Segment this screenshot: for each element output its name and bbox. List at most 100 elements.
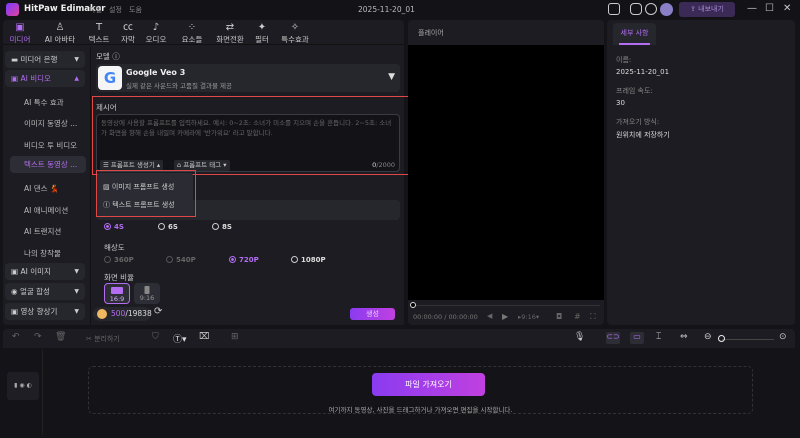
menu-settings[interactable]: 설정 bbox=[109, 5, 122, 15]
model-select[interactable]: G Google Veo 3 실제 같은 사운드와 고품질 결과물 제공 ▼ bbox=[96, 64, 400, 92]
sidebar-item-ai-image[interactable]: ▣ AI 이미지 ▼ bbox=[5, 263, 85, 280]
avatar[interactable] bbox=[660, 3, 673, 16]
chevron-down-icon: ▼ bbox=[74, 268, 79, 275]
sidebar-sub-ai-transition[interactable]: AI 트랜지션 bbox=[24, 226, 61, 237]
text-tool-icon[interactable]: Ⓣ▾ bbox=[173, 332, 187, 345]
resolution-720p[interactable]: 720P bbox=[229, 256, 259, 264]
credits-used: 500 bbox=[111, 309, 126, 318]
prompt-input[interactable]: 동영상에 사용할 프롬프트를 입력하세요. 예시: 0~2초: 소녀가 미소를 … bbox=[96, 114, 400, 172]
prompt-label: 제시어 bbox=[96, 103, 117, 112]
model-desc: 실제 같은 사운드와 고품질 결과물 제공 bbox=[126, 82, 233, 90]
sidebar-sub-text-to-video[interactable]: 텍스트 동영상 ... bbox=[10, 156, 86, 173]
zoom-out-icon[interactable]: ⊖ bbox=[704, 332, 712, 342]
tab-media[interactable]: ▣ 미디어 bbox=[4, 22, 36, 45]
feedback-icon[interactable] bbox=[630, 3, 642, 15]
radio-icon bbox=[291, 256, 298, 263]
resolution-360p[interactable]: 360P bbox=[104, 256, 134, 264]
chevron-down-icon: ▼ bbox=[74, 288, 79, 295]
duration-4s[interactable]: 4S bbox=[104, 223, 124, 231]
lock-icon[interactable]: ▮ bbox=[14, 382, 17, 389]
sidebar-item-enhancer[interactable]: ▣ 영상 향상기 ▼ bbox=[5, 303, 85, 320]
download-icon[interactable] bbox=[645, 3, 657, 15]
tab-details[interactable]: 세부 사항 bbox=[613, 23, 656, 45]
aspect-9-16[interactable]: 9:16 bbox=[134, 283, 160, 304]
dropdown-highlight-box bbox=[96, 170, 196, 217]
sidebar-sub-my-creations[interactable]: 나의 창작물 bbox=[24, 248, 61, 259]
tab-effects[interactable]: ✧ 특수효과 bbox=[274, 22, 316, 45]
document-title: 2025-11-20_01 bbox=[358, 5, 415, 14]
microphone-icon[interactable]: 🎙 bbox=[574, 332, 585, 342]
snapshot-icon[interactable]: ◘ bbox=[556, 312, 562, 321]
zoom-slider-handle[interactable] bbox=[718, 335, 725, 342]
duration-6s[interactable]: 6S bbox=[158, 223, 178, 231]
sidebar-item-face-swap[interactable]: ◉ 얼굴 합성 ▼ bbox=[5, 283, 85, 300]
maximize-icon[interactable]: ☐ bbox=[765, 3, 774, 14]
zoom-slider[interactable] bbox=[722, 339, 774, 340]
export-button[interactable]: ⇪ 내보내기 bbox=[679, 2, 735, 17]
sidebar-sub-image-to-video[interactable]: 이미지 동영상 ... bbox=[24, 118, 77, 129]
undo-icon[interactable]: ↶ bbox=[12, 332, 20, 342]
seek-handle[interactable] bbox=[410, 302, 416, 308]
menu-help[interactable]: 도움 bbox=[129, 5, 142, 15]
track-divider bbox=[42, 349, 43, 435]
tab-elements[interactable]: ⁘ 요소들 bbox=[176, 22, 208, 45]
layout-icon[interactable] bbox=[608, 3, 620, 15]
prompt-placeholder: 동영상에 사용할 프롬프트를 입력하세요. 예시: 0~2초: 소녀가 미소를 … bbox=[101, 119, 392, 137]
minimize-icon[interactable]: — bbox=[747, 3, 757, 14]
ratio-select[interactable]: ▸9:16▾ bbox=[518, 313, 539, 321]
redo-icon[interactable]: ↷ bbox=[34, 332, 42, 342]
delete-icon[interactable]: 🗑 bbox=[55, 332, 66, 342]
sidebar-label: 얼굴 합성 bbox=[19, 287, 50, 296]
player-label: 플레이어 bbox=[418, 29, 444, 37]
aspect-16-9[interactable]: 16:9 bbox=[104, 283, 130, 304]
generate-button[interactable]: 생성 bbox=[350, 308, 395, 320]
aspect-label: 화면 비율 bbox=[104, 273, 134, 282]
zoom-in-icon[interactable]: ⊙ bbox=[779, 332, 787, 342]
app-logo bbox=[6, 3, 19, 16]
tab-audio[interactable]: ♪ 오디오 bbox=[140, 22, 172, 45]
sidebar-label: 영상 향상기 bbox=[20, 307, 58, 316]
magnet-link-icon[interactable]: ⊂⊃ bbox=[606, 332, 620, 344]
sidebar-label: AI 이미지 bbox=[20, 267, 51, 276]
sidebar-item-media-library[interactable]: ▬ 미디어 은행 ▼ bbox=[5, 51, 85, 68]
refresh-icon[interactable]: ⟳ bbox=[154, 306, 162, 317]
tab-text[interactable]: T 텍스트 bbox=[83, 22, 115, 45]
chevron-down-icon: ▼ bbox=[74, 308, 79, 315]
drop-hint: 여기까지 동영상, 사진을 드래그하거나 가져오면 편집을 시작합니다. bbox=[328, 406, 513, 414]
radio-icon bbox=[229, 256, 236, 263]
info-icon[interactable]: ⓘ bbox=[112, 52, 120, 61]
audio-toggle-icon[interactable]: ◐ bbox=[27, 382, 32, 389]
grid-icon[interactable]: # bbox=[574, 312, 581, 321]
scissors-icon: ✂ bbox=[86, 335, 92, 343]
tab-label: 특수효과 bbox=[281, 35, 309, 44]
shield-icon[interactable]: ⛉ bbox=[152, 332, 159, 342]
remove-caption-icon[interactable]: ⌧ bbox=[199, 332, 209, 342]
tab-ai-avatar[interactable]: ♙ AI 아바타 bbox=[40, 22, 80, 45]
model-name: Google Veo 3 bbox=[126, 68, 186, 77]
import-file-button[interactable]: 파일 가져오기 bbox=[372, 373, 485, 396]
close-icon[interactable]: ✕ bbox=[783, 3, 791, 14]
link-icon[interactable]: ▭ bbox=[630, 332, 644, 344]
current-time: 00:00:00 bbox=[413, 313, 443, 321]
resolution-540p[interactable]: 540P bbox=[166, 256, 196, 264]
fit-icon[interactable]: ⇔ bbox=[680, 332, 688, 342]
duration-8s[interactable]: 8S bbox=[212, 223, 232, 231]
resolution-1080p[interactable]: 1080P bbox=[291, 256, 326, 264]
prev-frame-icon[interactable]: ◀ bbox=[487, 312, 492, 320]
add-track-icon[interactable]: ⊞ bbox=[231, 332, 239, 342]
seek-bar[interactable] bbox=[412, 305, 600, 306]
split-button[interactable]: ✂ 분리하기 bbox=[86, 334, 120, 344]
play-icon[interactable]: ▶ bbox=[502, 312, 508, 321]
sidebar-item-ai-video[interactable]: ▣ AI 비디오 ▲ bbox=[5, 70, 85, 87]
fullscreen-icon[interactable]: ⛶ bbox=[590, 312, 596, 322]
split-clip-icon[interactable]: ⌶ bbox=[656, 332, 661, 342]
menu-file[interactable]: 파일 bbox=[89, 5, 102, 15]
option-label: 4S bbox=[114, 223, 124, 231]
sidebar-sub-video-to-video[interactable]: 비디오 투 비디오 bbox=[24, 140, 77, 151]
sidebar-sub-ai-dance[interactable]: AI 댄스 💃 bbox=[24, 183, 59, 194]
fps-label: 프레임 속도: bbox=[616, 87, 653, 95]
tab-transition[interactable]: ⇄ 화면전환 bbox=[210, 22, 250, 45]
sidebar-sub-ai-effects[interactable]: AI 특수 효과 bbox=[24, 97, 64, 108]
sidebar-sub-ai-animation[interactable]: AI 애니메이션 bbox=[24, 205, 68, 216]
visibility-icon[interactable]: ◉ bbox=[19, 382, 24, 389]
